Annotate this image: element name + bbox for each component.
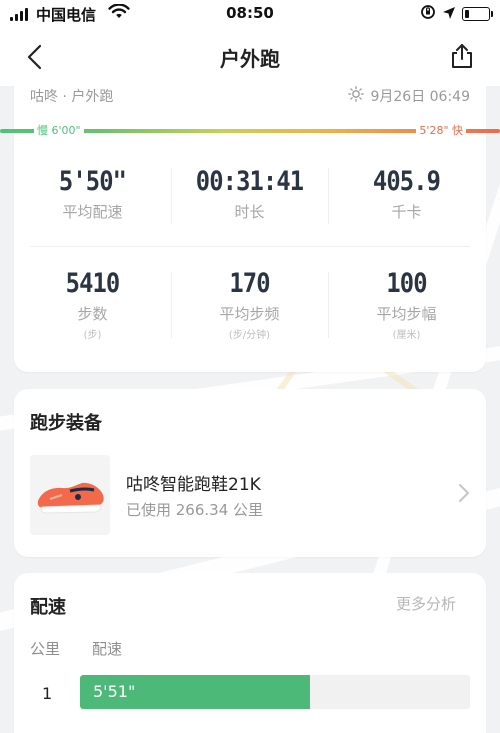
run-meta: 咕咚 · 户外跑 9月26日 06:49 (30, 86, 470, 106)
shoe-image (30, 455, 110, 535)
pace-fast-label: 5'28" 快 (416, 122, 466, 138)
stat-label: 平均步频 (219, 305, 280, 323)
location-icon (442, 5, 456, 24)
stat-avg-pace: 5'50" 平均配速 (14, 166, 171, 222)
stat-label: 千卡 (391, 203, 422, 221)
column-header-pace: 配速 (92, 640, 123, 658)
pace-card: 配速 更多分析 公里 配速 1 5'51" (14, 573, 486, 733)
stat-value: 100 (386, 268, 427, 299)
pace-row-km: 1 (42, 684, 53, 703)
stat-cadence: 170 平均步频 (步/分钟) (171, 268, 328, 341)
status-bar: 中国电信 08:50 (0, 0, 500, 28)
shoe-usage: 已使用 266.34 公里 (126, 501, 264, 519)
running-gear-card[interactable]: 跑步装备 咕咚智能跑鞋21K 已使用 266.34 公里 (14, 389, 486, 557)
pace-row-track: 5'51" (80, 675, 470, 709)
stat-value: 5410 (65, 268, 121, 299)
stat-value: 00:31:41 (195, 166, 304, 197)
page-title: 户外跑 (220, 47, 280, 71)
chevron-right-icon[interactable] (458, 483, 470, 503)
stat-unit: (厘米) (392, 330, 421, 341)
more-analysis-link[interactable]: 更多分析 (396, 593, 456, 614)
stat-stride: 100 平均步幅 (厘米) (328, 268, 485, 341)
run-datetime-text: 9月26日 06:49 (370, 89, 470, 105)
share-icon[interactable] (448, 42, 476, 70)
stat-unit: (步) (83, 330, 102, 341)
stat-value: 405.9 (372, 166, 441, 197)
run-source: 咕咚 · 户外跑 (30, 89, 114, 105)
shoe-name: 咕咚智能跑鞋21K (126, 475, 261, 495)
pace-title: 配速 (30, 597, 66, 618)
run-summary-card: 咕咚 · 户外跑 9月26日 06:49 慢 6'00" 5'28" 快 5'5… (0, 86, 500, 372)
gear-title: 跑步装备 (30, 413, 102, 434)
stat-label: 平均配速 (62, 203, 123, 221)
pace-slow-label: 慢 6'00" (34, 122, 84, 138)
pace-row-value: 5'51" (93, 682, 136, 701)
orientation-lock-icon (420, 4, 436, 24)
battery-icon (462, 7, 493, 21)
stat-steps: 5410 步数 (步) (14, 268, 171, 341)
column-header-km: 公里 (30, 640, 61, 658)
sun-icon (348, 86, 365, 106)
stat-calories: 405.9 千卡 (328, 166, 485, 222)
stat-duration: 00:31:41 时长 (171, 166, 328, 222)
stat-value: 5'50" (58, 166, 127, 197)
stat-value: 170 (229, 268, 270, 299)
stat-label: 步数 (77, 305, 108, 323)
pace-row-bar: 5'51" (80, 675, 311, 709)
run-datetime: 9月26日 06:49 (348, 86, 470, 106)
stat-label: 时长 (234, 203, 265, 221)
stat-label: 平均步幅 (376, 305, 437, 323)
stat-unit: (步/分钟) (228, 330, 271, 341)
nav-bar: 户外跑 (0, 28, 500, 86)
divider (30, 246, 470, 247)
